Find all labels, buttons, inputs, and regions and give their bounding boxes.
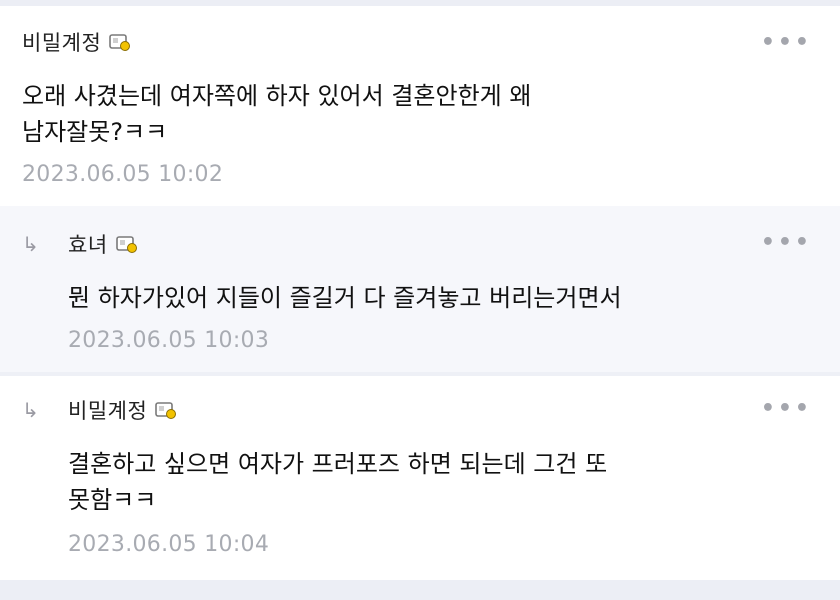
comment-header: 효녀: [68, 228, 138, 260]
comment-timestamp: 2023.06.05 10:02: [22, 162, 224, 187]
comment-item: 비밀계정 ••• 오래 사겼는데 여자쪽에 하자 있어서 결혼안한게 왜 남자잘…: [0, 6, 840, 206]
comment-author[interactable]: 비밀계정: [68, 395, 147, 425]
comment-header: 비밀계정: [68, 394, 177, 426]
reply-arrow-icon: ↳: [22, 398, 39, 422]
comment-timestamp: 2023.06.05 10:04: [68, 532, 270, 557]
comment-header: 비밀계정: [22, 26, 131, 58]
more-options-icon[interactable]: •••: [761, 230, 812, 255]
reply-arrow-icon: ↳: [22, 232, 39, 256]
user-badge-icon: [115, 234, 138, 254]
comment-text: 뭔 하자가있어 지들이 즐길거 다 즐겨놓고 버리는거면서: [68, 284, 622, 312]
comment-author[interactable]: 비밀계정: [22, 27, 101, 57]
comment-timestamp: 2023.06.05 10:03: [68, 328, 270, 353]
comment-author[interactable]: 효녀: [68, 229, 108, 259]
more-options-icon[interactable]: •••: [761, 396, 812, 421]
comment-text: 결혼하고 싶으면 여자가 프러포즈 하면 되는데 그건 또 못함ㅋㅋ: [68, 450, 608, 514]
comment-text: 오래 사겼는데 여자쪽에 하자 있어서 결혼안한게 왜 남자잘못?ㅋㅋ: [22, 82, 532, 146]
more-options-icon[interactable]: •••: [761, 30, 812, 55]
user-badge-icon: [109, 32, 131, 52]
bottom-divider: [0, 580, 840, 600]
reply-item: ↳ 효녀 ••• 뭔 하자가있어 지들이 즐길거 다 즐겨놓고 버리는거면서 2…: [0, 206, 840, 372]
user-badge-icon: [155, 400, 177, 420]
reply-item: ↳ 비밀계정 ••• 결혼하고 싶으면 여자가 프러포즈 하면 되는데 그건 또…: [0, 376, 840, 580]
